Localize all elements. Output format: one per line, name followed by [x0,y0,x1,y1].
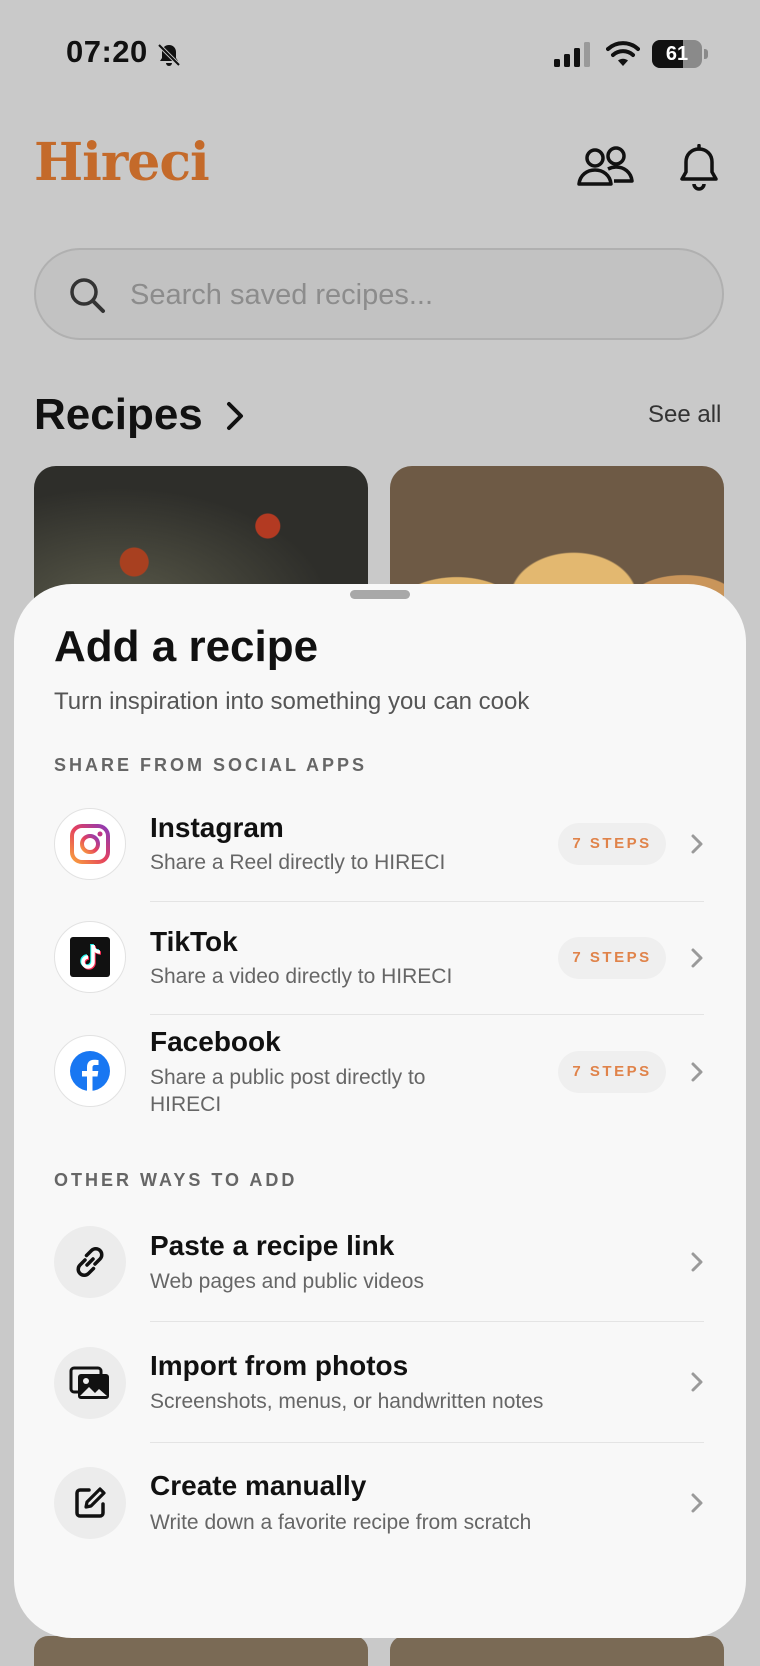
instagram-icon-container [54,808,126,880]
facebook-icon-container [54,1035,126,1107]
chevron-right-icon [691,1062,703,1082]
search-placeholder: Search saved recipes... [130,279,434,311]
facebook-title: Facebook [150,1026,281,1057]
link-icon [76,1247,104,1277]
divider [150,901,704,902]
chevron-right-icon [691,1372,703,1392]
battery-level: 61 [665,43,689,65]
see-all-link[interactable]: See all [648,401,721,429]
social-apps-label: SHARE FROM SOCIAL APPS [54,755,368,775]
paste-link-title: Paste a recipe link [150,1230,395,1261]
recipe-card-image [34,1636,368,1666]
instagram-icon [70,824,110,864]
import-photos-title: Import from photos [150,1350,409,1381]
notifications-bell-icon[interactable] [678,144,720,192]
tiktok-icon [70,937,110,977]
instagram-description: Share a Reel directly to HIRECI [150,851,446,874]
paste-link-option[interactable] [40,1212,720,1322]
steps-badge: 7 STEPS [558,937,666,979]
import-photos-option[interactable] [40,1330,720,1440]
paste-link-description: Web pages and public videos [150,1270,424,1293]
chevron-right-icon [691,834,703,854]
search-icon [70,278,105,313]
app-logo: Hireci [34,132,210,193]
battery-indicator: 61 [652,40,710,70]
sheet-grabber[interactable] [350,590,410,599]
edit-icon [75,1487,106,1518]
instagram-title: Instagram [150,812,284,843]
cellular-signal-icon [554,42,590,67]
steps-badge: 7 STEPS [558,1051,666,1093]
create-manually-option[interactable] [40,1452,720,1562]
edit-icon-container [54,1467,126,1539]
tiktok-title: TikTok [150,926,238,957]
sheet-title: Add a recipe [54,622,319,671]
divider [150,1014,704,1015]
friends-icon[interactable] [576,144,634,192]
create-manually-description: Write down a favorite recipe from scratc… [150,1511,532,1534]
photos-icon [69,1366,109,1399]
sheet-subtitle: Turn inspiration into something you can … [54,688,530,715]
chevron-right-icon [691,948,703,968]
facebook-description-line1: Share a public post directly to [150,1066,426,1089]
tiktok-description: Share a video directly to HIRECI [150,965,453,988]
divider [150,1442,704,1443]
import-photos-description: Screenshots, menus, or handwritten notes [150,1390,544,1413]
bell-off-icon [157,43,181,67]
divider [150,1321,704,1322]
facebook-icon [70,1051,110,1091]
chevron-right-icon[interactable] [224,400,246,432]
chevron-right-icon [691,1252,703,1272]
facebook-description-line2: HIRECI [150,1093,222,1116]
wifi-icon [606,41,640,66]
create-manually-title: Create manually [150,1470,367,1501]
recipes-section-title[interactable]: Recipes [34,390,203,440]
tiktok-icon-container [54,921,126,993]
other-ways-label: OTHER WAYS TO ADD [54,1170,298,1190]
chevron-right-icon [691,1493,703,1513]
link-icon-container [54,1226,126,1298]
steps-badge: 7 STEPS [558,823,666,865]
photos-icon-container [54,1347,126,1419]
recipe-card-image [390,1636,724,1666]
status-time: 07:20 [66,34,148,69]
